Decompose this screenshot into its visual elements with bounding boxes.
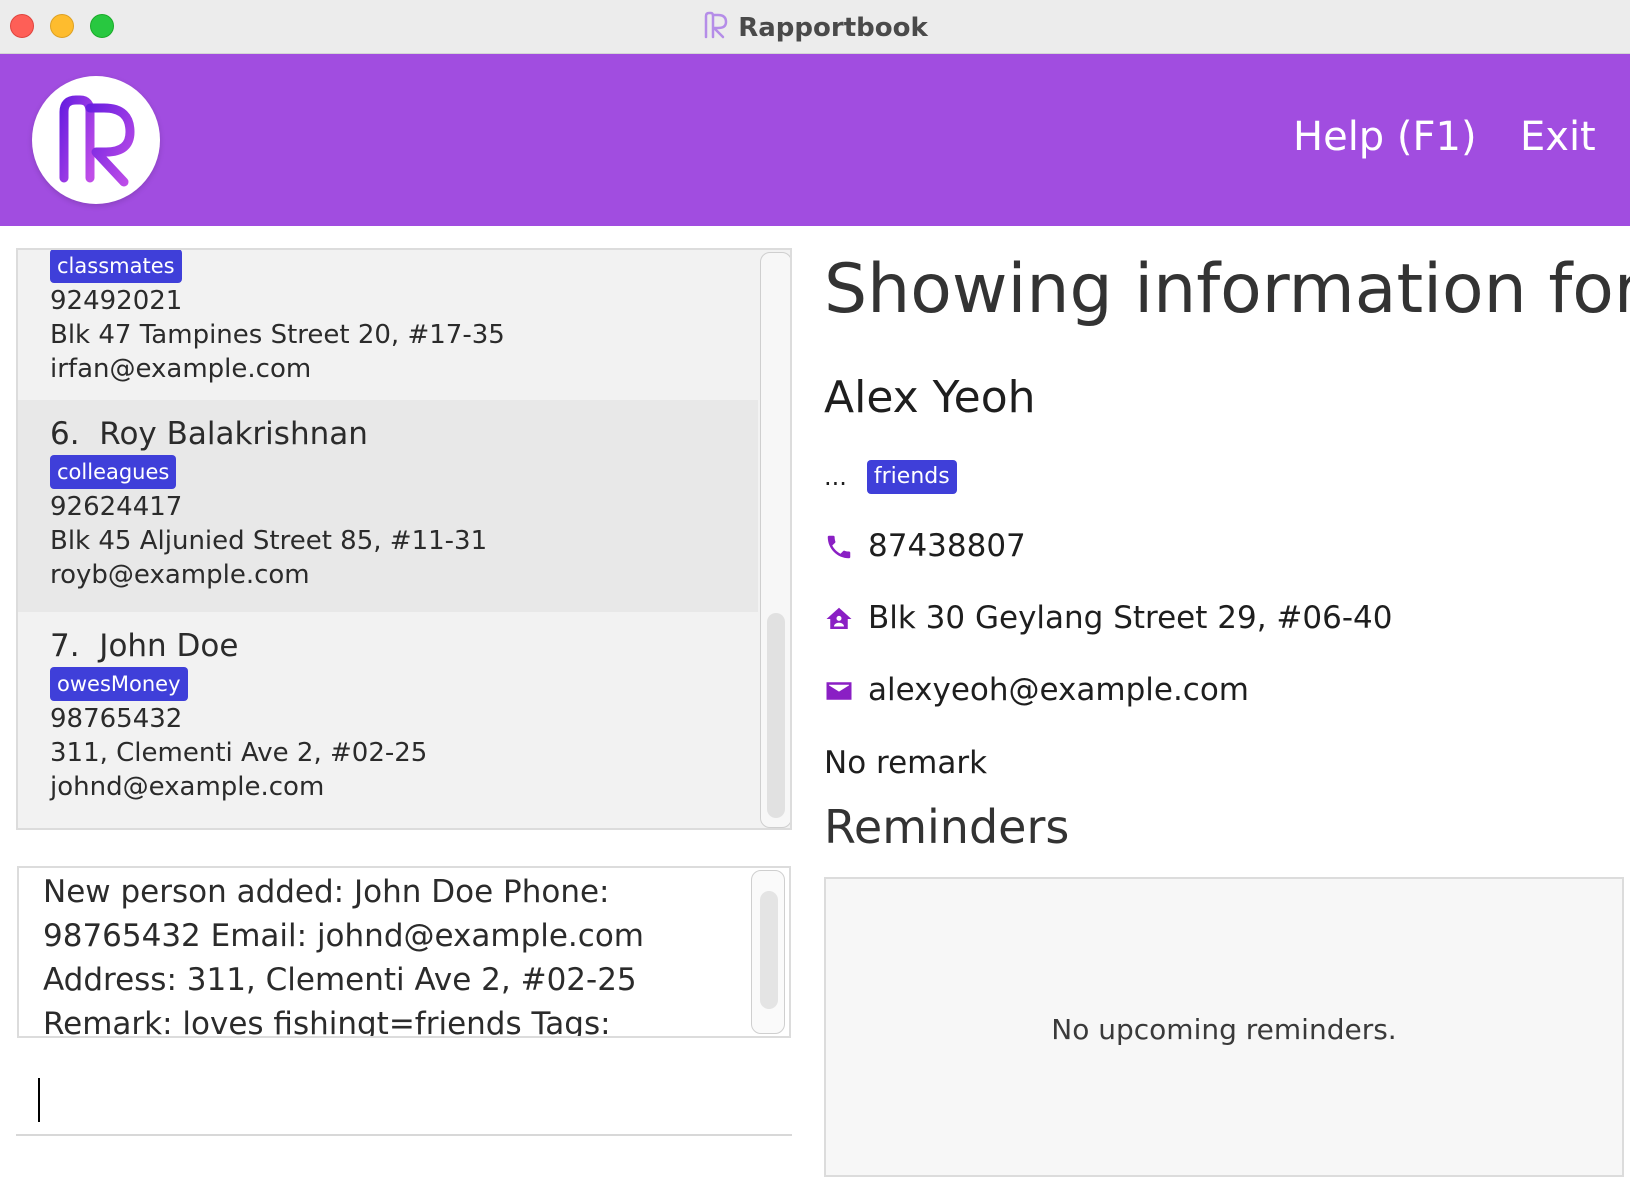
person-name: Roy Balakrishnan [99, 416, 368, 452]
tags-ellipsis: ... [824, 463, 847, 491]
detail-remark: No remark [824, 745, 988, 781]
person-list-scroll-thumb[interactable] [767, 613, 785, 818]
person-address: Blk 45 Aljunied Street 85, #11-31 [50, 526, 488, 556]
reminders-title: Reminders [824, 800, 1070, 854]
detail-email: alexyeoh@example.com [868, 672, 1250, 708]
result-scrollbar[interactable] [751, 870, 785, 1034]
result-message: New person added: John Doe Phone: 987654… [43, 874, 644, 1038]
app-header: Help (F1) Exit [0, 54, 1630, 226]
result-scroll-thumb[interactable] [760, 891, 778, 1009]
mail-icon [824, 676, 856, 708]
detail-person-name: Alex Yeoh [824, 372, 1036, 423]
person-phone: 98765432 [50, 704, 183, 734]
text-caret [38, 1078, 40, 1122]
home-icon [824, 604, 856, 636]
person-card[interactable]: 7. John Doe owesMoney 98765432 311, Clem… [18, 612, 758, 824]
reminders-list[interactable]: No upcoming reminders. [824, 877, 1624, 1177]
person-index: 6. [50, 416, 80, 452]
tag-label: owesMoney [50, 667, 188, 701]
person-address: 311, Clementi Ave 2, #02-25 [50, 738, 428, 768]
phone-icon [824, 532, 856, 564]
window-title-text: Rapportbook [738, 13, 928, 43]
detail-phone: 87438807 [868, 528, 1026, 564]
tag-label: classmates [50, 250, 182, 283]
detail-tags: ... friends [824, 460, 957, 494]
exit-menu[interactable]: Exit [1520, 114, 1596, 160]
person-list-scrollbar[interactable] [760, 252, 790, 828]
person-index: 7. [50, 628, 80, 664]
help-menu[interactable]: Help (F1) [1293, 114, 1477, 160]
detail-address: Blk 30 Geylang Street 29, #06-40 [868, 600, 1393, 636]
person-email: johnd@example.com [50, 772, 325, 802]
window-title: Rapportbook [0, 10, 1630, 47]
person-name: John Doe [99, 628, 239, 664]
app-logo-small-icon [702, 10, 730, 47]
command-box[interactable] [16, 1060, 792, 1136]
person-email: royb@example.com [50, 560, 310, 590]
reminders-empty-message: No upcoming reminders. [1051, 1013, 1397, 1046]
detail-heading: Showing information for [824, 250, 1630, 329]
person-list[interactable]: classmates 92492021 Blk 47 Tampines Stre… [16, 248, 792, 830]
tag-label: colleagues [50, 455, 177, 489]
person-address: Blk 47 Tampines Street 20, #17-35 [50, 320, 505, 350]
person-card-selected[interactable]: 6. Roy Balakrishnan colleagues 92624417 … [18, 400, 758, 612]
detail-tag: friends [866, 460, 957, 494]
window-titlebar: Rapportbook [0, 0, 1630, 54]
command-input[interactable] [44, 1070, 774, 1126]
result-display[interactable]: New person added: John Doe Phone: 987654… [17, 866, 791, 1038]
app-logo-icon [32, 76, 160, 204]
person-email: irfan@example.com [50, 354, 312, 384]
person-card[interactable]: classmates 92492021 Blk 47 Tampines Stre… [18, 250, 758, 400]
person-phone: 92624417 [50, 492, 183, 522]
person-phone: 92492021 [50, 286, 183, 316]
